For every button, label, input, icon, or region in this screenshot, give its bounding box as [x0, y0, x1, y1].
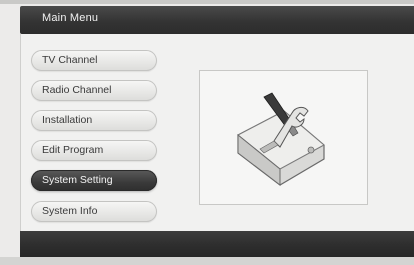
menu-item-system-info[interactable]: System Info [31, 201, 157, 222]
menu-item-tv-channel[interactable]: TV Channel [31, 50, 157, 71]
menu-item-label: System Info [42, 205, 98, 217]
menu-item-installation[interactable]: Installation [31, 110, 157, 131]
menu-screen: Main Menu TV Channel Radio Channel Insta… [0, 0, 414, 265]
menu-item-radio-channel[interactable]: Radio Channel [31, 80, 157, 101]
menu-item-label: Edit Program [42, 144, 104, 156]
top-edge [0, 0, 414, 4]
menu-item-edit-program[interactable]: Edit Program [31, 140, 157, 161]
preview-panel [199, 70, 368, 205]
menu-item-label: Radio Channel [42, 84, 112, 96]
bottom-edge [0, 257, 414, 265]
menu-item-label: Installation [42, 114, 93, 126]
content-panel: TV Channel Radio Channel Installation Ed… [20, 34, 414, 231]
menu-title: Main Menu [42, 12, 99, 24]
bottom-bar [20, 231, 414, 257]
title-bar: Main Menu [20, 6, 414, 34]
menu-item-label: TV Channel [42, 54, 98, 66]
menu-item-system-setting[interactable]: System Setting [31, 170, 157, 191]
menu-item-label: System Setting [42, 174, 113, 186]
